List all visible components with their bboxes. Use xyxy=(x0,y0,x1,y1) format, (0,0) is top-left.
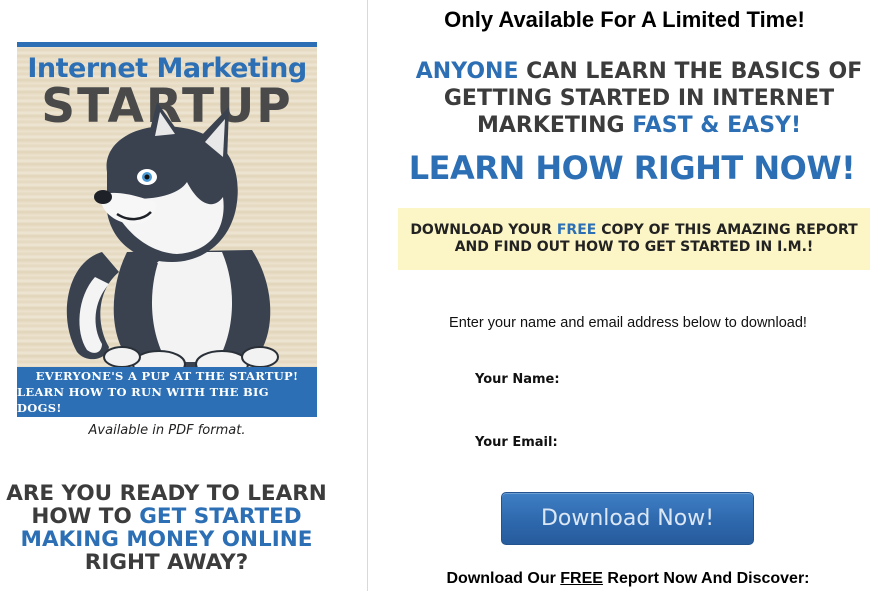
subheadline-fast-easy: FAST & EASY! xyxy=(632,113,802,138)
ready-headline: ARE YOU READY TO LEARN HOW TO GET STARTE… xyxy=(0,482,333,574)
learn-now-headline: LEARN HOW RIGHT NOW! xyxy=(408,149,856,187)
discover-text-a: Download Our xyxy=(446,570,561,587)
subheadline-anyone: ANYONE xyxy=(415,59,519,84)
husky-puppy-icon xyxy=(66,102,279,378)
name-field[interactable] xyxy=(582,368,832,392)
ebook-cover: Internet Marketing STARTUP EVERYONE'S A … xyxy=(17,42,317,417)
cover-banner: EVERYONE'S A PUP AT THE STARTUP! LEARN H… xyxy=(17,367,317,417)
offer-box: DOWNLOAD YOUR FREE COPY OF THIS AMAZING … xyxy=(398,208,870,270)
subheadline: ANYONE CAN LEARN THE BASICS OF GETTING S… xyxy=(410,58,868,139)
offer-text-a: DOWNLOAD YOUR xyxy=(410,222,557,238)
form-instructions: Enter your name and email address below … xyxy=(449,315,807,331)
column-divider xyxy=(367,0,368,591)
ready-text-2: RIGHT AWAY? xyxy=(84,550,249,575)
discover-text-b: Report Now And Discover: xyxy=(602,570,810,587)
discover-free: FREE xyxy=(560,570,603,587)
offer-free: FREE xyxy=(556,222,597,238)
page-headline: Only Available For A Limited Time! xyxy=(444,7,805,32)
cover-banner-line2: LEARN HOW TO RUN WITH THE BIG DOGS! xyxy=(17,385,269,415)
left-column: Internet Marketing STARTUP EVERYONE'S A … xyxy=(0,0,367,591)
email-field[interactable] xyxy=(582,431,832,455)
cover-banner-line1: EVERYONE'S A PUP AT THE STARTUP! xyxy=(35,369,299,383)
name-label: Your Name: xyxy=(475,372,560,387)
offer-line-1: DOWNLOAD YOUR FREE COPY OF THIS AMAZING … xyxy=(410,222,857,239)
offer-text-b: COPY OF THIS AMAZING REPORT xyxy=(596,222,858,238)
download-now-button[interactable]: Download Now! xyxy=(501,492,754,545)
email-label: Your Email: xyxy=(475,435,558,450)
format-caption: Available in PDF format. xyxy=(88,423,246,438)
discover-heading: Download Our FREE Report Now And Discove… xyxy=(368,570,881,588)
offer-line-2: AND FIND OUT HOW TO GET STARTED IN I.M.! xyxy=(454,239,814,255)
